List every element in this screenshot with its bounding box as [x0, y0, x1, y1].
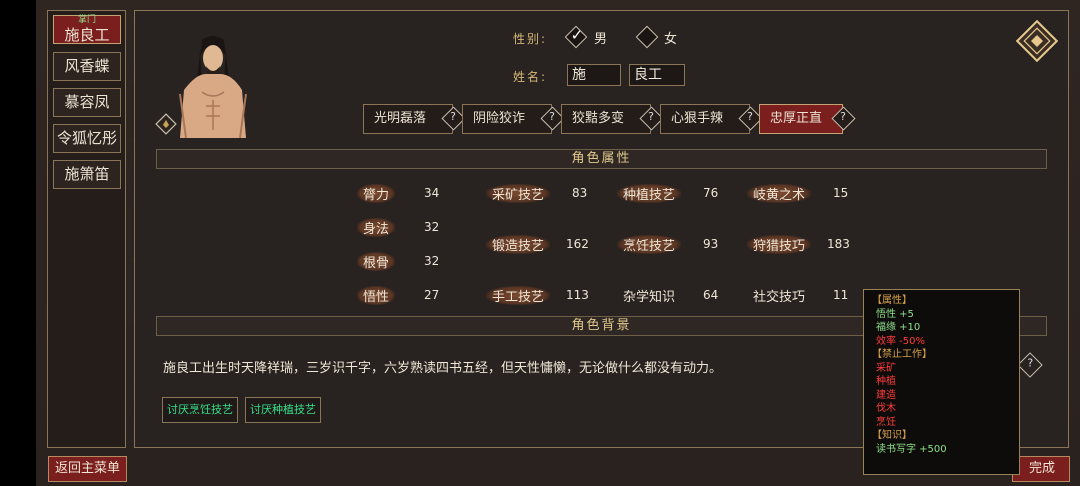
background-text: 施良工出生时天降祥瑞，三岁识千字，六岁熟读四书五经，但天性慵懒，无论做什么都没有…: [163, 361, 723, 376]
back-to-main-menu-button[interactable]: 返回主菜单: [48, 456, 127, 482]
sidebar-item-character-4[interactable]: 令狐忆彤: [53, 124, 121, 153]
tooltip-banned-header: 【禁止工作】: [872, 349, 932, 360]
trait-label: 阴险狡诈: [473, 111, 526, 126]
tooltip-banned-item: 伐木: [876, 403, 896, 414]
tooltip-banned-item: 种植: [876, 376, 896, 387]
done-button[interactable]: 完成: [1012, 456, 1070, 482]
stat-label: 身法: [357, 218, 396, 237]
character-sidebar: 掌门 施良工 风香蝶 慕容凤 令狐忆彤 施箫笛: [47, 10, 126, 448]
gender-label: 性别:: [513, 32, 548, 46]
surname-input[interactable]: 施: [567, 64, 621, 86]
stat-label: 膂力: [357, 184, 396, 203]
tooltip-attr-line: 悟性 +5: [876, 308, 914, 320]
tooltip-attr-header: 【属性】: [872, 295, 912, 306]
stat-value: 34: [424, 186, 440, 200]
trait-label: 狡黠多变: [572, 111, 625, 126]
left-edge: [0, 0, 36, 486]
stat-value: 32: [424, 220, 440, 234]
skill-value: 83: [572, 186, 588, 200]
skill-value: 11: [833, 288, 849, 302]
tooltip-banned-item: 烹饪: [876, 416, 896, 428]
skill-value: 183: [827, 237, 850, 251]
skill-label: 手工技艺: [486, 286, 551, 305]
leader-tag: 掌门: [77, 15, 96, 25]
skill-label: 岐黄之术: [747, 184, 812, 203]
tooltip-attr-line: 福缘 +10: [876, 322, 921, 333]
trait-option-4[interactable]: 心狠手辣 ?: [660, 104, 763, 134]
attributes-header: 角色属性: [156, 149, 1047, 169]
skill-label: 狩猎技巧: [747, 235, 812, 254]
gender-male-label: 男: [594, 32, 608, 47]
trait-option-2[interactable]: 阴险狡诈 ?: [462, 104, 565, 134]
dislike-tag-farming[interactable]: 讨厌种植技艺: [245, 397, 321, 423]
sidebar-item-character-5[interactable]: 施箫笛: [53, 160, 121, 189]
sidebar-item-character-1[interactable]: 掌门 施良工: [53, 15, 121, 44]
skill-value: 93: [703, 237, 719, 251]
skill-label: 种植技艺: [617, 184, 682, 203]
trait-option-3[interactable]: 狡黠多变 ?: [561, 104, 664, 134]
given-name-input[interactable]: 良工: [629, 64, 685, 86]
trait-option-1[interactable]: 光明磊落 ?: [363, 104, 466, 134]
skill-label: 杂学知识: [623, 290, 676, 305]
tooltip-knowledge-line: 读书写字 +500: [876, 443, 947, 455]
character-portrait: [179, 36, 247, 138]
tooltip-knowledge-header: 【知识】: [872, 430, 912, 441]
skill-label: 社交技巧: [753, 290, 806, 305]
stat-label: 悟性: [357, 286, 396, 305]
gender-female-label: 女: [664, 32, 678, 47]
skill-label: 锻造技艺: [486, 235, 551, 254]
portrait-badge-icon[interactable]: [155, 113, 177, 135]
trait-label: 心狠手辣: [671, 111, 724, 126]
skill-label: 烹饪技艺: [617, 235, 682, 254]
trait-option-5-selected[interactable]: 忠厚正直 ?: [759, 104, 856, 134]
efficiency-penalty: 效率 -50%: [876, 335, 926, 347]
stat-value: 32: [424, 254, 440, 268]
emblem-icon[interactable]: [1016, 20, 1058, 62]
tooltip-attr-line: 效率 -50%: [872, 335, 1011, 349]
character-name: 施良工: [64, 26, 110, 44]
trait-label: 光明磊落: [374, 111, 427, 126]
tooltip-banned-item: 采矿: [876, 362, 896, 374]
sidebar-item-character-3[interactable]: 慕容凤: [53, 88, 121, 117]
skill-value: 64: [703, 288, 719, 302]
dislike-tag-cooking[interactable]: 讨厌烹饪技艺: [162, 397, 238, 423]
skill-value: 76: [703, 186, 719, 200]
name-label: 姓名:: [513, 70, 548, 84]
sidebar-item-character-2[interactable]: 风香蝶: [53, 52, 121, 81]
stat-label: 根骨: [357, 252, 396, 271]
skill-label: 采矿技艺: [486, 184, 551, 203]
skill-value: 162: [566, 237, 589, 251]
trait-tooltip: 【属性】 悟性 +5 福缘 +10 效率 -50% 【禁止工作】 采矿 种植 建…: [863, 289, 1020, 475]
trait-label: 忠厚正直: [770, 111, 823, 126]
skill-value: 113: [566, 288, 589, 302]
skill-value: 15: [833, 186, 849, 200]
stat-value: 27: [424, 288, 440, 302]
tooltip-banned-item: 建造: [876, 389, 896, 401]
